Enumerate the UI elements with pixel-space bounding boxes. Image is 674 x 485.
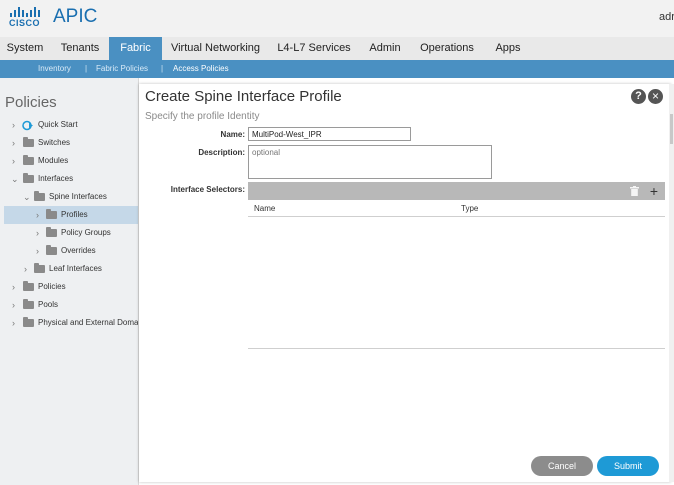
subnav-fabric-policies[interactable]: Fabric Policies — [96, 60, 148, 78]
tree-label: Profiles — [61, 210, 88, 219]
subnav-access-policies[interactable]: Access Policies — [173, 60, 229, 78]
tree-label: Policies — [38, 282, 66, 291]
logo-text: CISCO — [9, 18, 41, 28]
top-header: CISCO APIC adr — [0, 0, 674, 37]
tree-item-profiles[interactable]: › Profiles — [4, 206, 138, 224]
tree-label: Switches — [38, 138, 71, 147]
tree-item-quick-start[interactable]: › Quick Start — [0, 116, 138, 134]
sidebar: Policies › Quick Start › Switches › Modu… — [0, 78, 139, 485]
cancel-button[interactable]: Cancel — [531, 456, 593, 476]
tree-item-physical-external-domains[interactable]: › Physical and External Doma — [0, 314, 138, 332]
chevron-right-icon[interactable]: › — [12, 296, 20, 314]
page-scrollbar[interactable] — [669, 84, 674, 482]
tab-l4-l7-services[interactable]: L4-L7 Services — [270, 37, 358, 60]
help-button[interactable]: ? — [631, 89, 646, 104]
name-input[interactable] — [248, 127, 411, 141]
tree-item-leaf-interfaces[interactable]: › Leaf Interfaces — [0, 260, 138, 278]
folder-icon — [23, 173, 34, 183]
tree-item-switches[interactable]: › Switches — [0, 134, 138, 152]
dialog-subtitle: Specify the profile Identity — [145, 111, 260, 122]
chevron-right-icon[interactable]: › — [36, 206, 44, 224]
quick-start-icon — [22, 120, 33, 131]
chevron-right-icon[interactable]: › — [12, 116, 20, 134]
tab-apps[interactable]: Apps — [488, 37, 528, 60]
folder-icon — [46, 227, 57, 237]
folder-icon — [34, 191, 45, 201]
column-header-name[interactable]: Name — [254, 204, 275, 213]
chevron-right-icon[interactable]: › — [12, 134, 20, 152]
tab-virtual-networking[interactable]: Virtual Networking — [167, 37, 264, 60]
folder-icon — [23, 155, 34, 165]
dialog-title: Create Spine Interface Profile — [145, 88, 342, 105]
tree-label: Quick Start — [38, 120, 78, 129]
tree-item-pools[interactable]: › Pools — [0, 296, 138, 314]
chevron-down-icon[interactable]: ⌄ — [11, 170, 19, 188]
subnav-separator: | — [85, 64, 88, 73]
submit-button[interactable]: Submit — [597, 456, 659, 476]
tree-label: Physical and External Doma — [38, 318, 138, 327]
folder-icon — [46, 245, 57, 255]
folder-icon — [46, 209, 57, 219]
chevron-right-icon[interactable]: › — [12, 314, 20, 332]
tree-item-spine-interfaces[interactable]: ⌄ Spine Interfaces — [0, 188, 138, 206]
tree-label: Overrides — [61, 246, 96, 255]
folder-icon — [23, 317, 34, 327]
close-button[interactable]: × — [648, 89, 663, 104]
sidebar-title: Policies — [5, 94, 57, 111]
interface-selectors-toolbar: + — [248, 182, 665, 200]
table-header: Name Type — [248, 200, 665, 217]
tab-system[interactable]: System — [0, 37, 50, 60]
interface-selectors-label: Interface Selectors: — [170, 185, 245, 194]
tree-item-policies[interactable]: › Policies — [0, 278, 138, 296]
chevron-right-icon[interactable]: › — [36, 242, 44, 260]
name-label: Name: — [220, 130, 245, 139]
create-spine-interface-profile-dialog: Create Spine Interface Profile ? × Speci… — [139, 84, 671, 482]
folder-icon — [23, 281, 34, 291]
chevron-right-icon[interactable]: › — [12, 152, 20, 170]
tree-label: Interfaces — [38, 174, 74, 183]
subnav-inventory[interactable]: Inventory — [38, 60, 71, 78]
tree-item-overrides[interactable]: › Overrides — [0, 242, 138, 260]
tab-operations[interactable]: Operations — [414, 37, 480, 60]
chevron-right-icon[interactable]: › — [12, 278, 20, 296]
interface-selectors-table: Name Type — [248, 200, 665, 349]
sub-navigation: Inventory | Fabric Policies | Access Pol… — [0, 60, 674, 78]
tab-fabric[interactable]: Fabric — [109, 37, 162, 60]
tree-item-modules[interactable]: › Modules — [0, 152, 138, 170]
tree-label: Policy Groups — [61, 228, 111, 237]
description-label: Description: — [198, 148, 245, 157]
chevron-right-icon[interactable]: › — [36, 224, 44, 242]
tree-label: Pools — [38, 300, 59, 309]
cisco-logo: CISCO — [9, 5, 43, 31]
tab-admin[interactable]: Admin — [362, 37, 408, 60]
chevron-down-icon[interactable]: ⌄ — [23, 188, 31, 206]
app-name: APIC — [53, 6, 98, 27]
chevron-right-icon[interactable]: › — [24, 260, 32, 278]
folder-icon — [23, 137, 34, 147]
tree-label: Spine Interfaces — [49, 192, 107, 201]
trash-icon[interactable] — [630, 186, 639, 196]
folder-icon — [23, 299, 34, 309]
subnav-separator: | — [161, 64, 164, 73]
folder-icon — [34, 263, 45, 273]
main-tabs: System Tenants Fabric Virtual Networking… — [0, 37, 674, 60]
description-field[interactable] — [248, 145, 492, 179]
tree-label: Modules — [38, 156, 69, 165]
tree-label: Leaf Interfaces — [49, 264, 102, 273]
column-header-type[interactable]: Type — [461, 204, 478, 213]
tab-tenants[interactable]: Tenants — [54, 37, 106, 60]
scrollbar-thumb[interactable] — [670, 114, 673, 144]
user-menu[interactable]: adr — [659, 11, 674, 23]
tree-item-policy-groups[interactable]: › Policy Groups — [0, 224, 138, 242]
tree-item-interfaces[interactable]: ⌄ Interfaces — [0, 170, 138, 188]
add-icon[interactable]: + — [648, 182, 660, 200]
